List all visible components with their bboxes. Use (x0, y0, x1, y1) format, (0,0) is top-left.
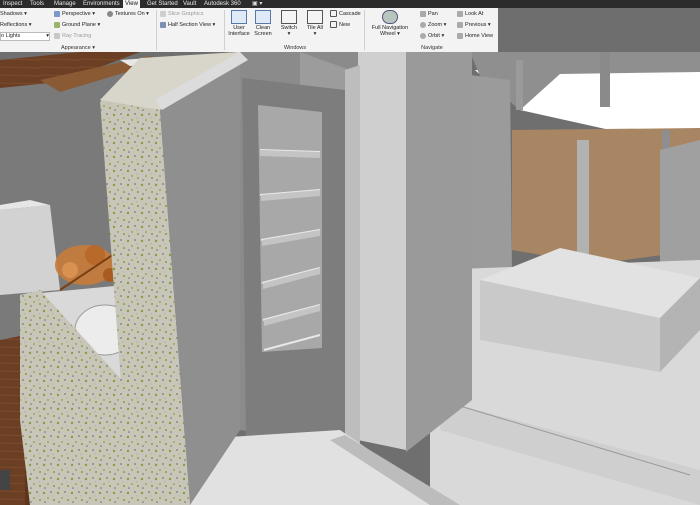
tab-get-started[interactable]: Get Started (147, 0, 178, 8)
zoom-icon (420, 21, 426, 28)
tab-tools[interactable]: Tools (30, 0, 44, 8)
perspective-dropdown[interactable]: Perspective ▾ (54, 10, 95, 18)
home-icon (457, 32, 463, 39)
tab-autodesk-360[interactable]: Autodesk 360 (204, 0, 241, 8)
tab-manage[interactable]: Manage (54, 0, 76, 8)
3d-viewport[interactable] (0, 52, 700, 505)
separator (224, 10, 225, 50)
switch-button[interactable]: Switch ▾ (278, 10, 300, 37)
half-section-view-dropdown[interactable]: Half Section View ▾ (160, 21, 215, 29)
ground-plane-icon (54, 21, 60, 28)
user-interface-button[interactable]: User Interface (226, 10, 252, 37)
reflections-dropdown[interactable]: Reflections ▾ (0, 21, 32, 29)
perspective-icon (54, 10, 60, 17)
look-at-button[interactable]: Look At (457, 10, 483, 18)
new-window-button[interactable]: New (330, 21, 350, 29)
clean-screen-button[interactable]: Clean Screen (252, 10, 274, 37)
new-window-icon (330, 21, 337, 29)
separator (156, 10, 157, 50)
3d-model-render (0, 52, 700, 505)
section-icon (160, 21, 166, 28)
slice-icon (160, 10, 166, 17)
tab-extra-icon[interactable]: ▣ ▾ (252, 0, 262, 8)
pan-icon (420, 10, 426, 17)
navigate-panel-label: Navigate (421, 45, 443, 51)
cascade-button[interactable]: Cascade (330, 10, 361, 18)
clean-screen-icon (255, 10, 271, 24)
tab-view[interactable]: View (123, 0, 140, 8)
orbit-dropdown[interactable]: Orbit ▾ (420, 32, 444, 40)
previous-dropdown[interactable]: Previous ▾ (457, 21, 491, 29)
full-navigation-wheel-button[interactable]: Full Navigation Wheel ▾ (366, 10, 414, 37)
orbit-icon (420, 32, 426, 39)
appearance-panel-label[interactable]: Appearance ▾ (0, 44, 156, 52)
shadows-dropdown[interactable]: Shadows ▾ (0, 10, 27, 18)
previous-icon (457, 21, 463, 28)
ribbon-empty-area (498, 8, 700, 52)
ray-tracing-icon (54, 32, 60, 39)
tile-all-button[interactable]: Tile All ▾ (304, 10, 326, 37)
ground-plane-dropdown[interactable]: Ground Plane ▾ (54, 21, 100, 29)
navigation-wheel-icon (382, 10, 398, 24)
separator (364, 10, 365, 50)
ribbon: Shadows ▾ Reflections ▾ o Lights ▾ Persp… (0, 8, 498, 53)
pan-button[interactable]: Pan (420, 10, 438, 18)
zoom-dropdown[interactable]: Zoom ▾ (420, 21, 446, 29)
lights-select[interactable]: o Lights ▾ (0, 32, 50, 41)
switch-icon (281, 10, 297, 24)
user-interface-icon (231, 10, 247, 24)
cascade-icon (330, 10, 337, 18)
menu-bar: Inspect Tools Manage Environments View G… (0, 0, 700, 8)
slice-graphics-button[interactable]: Slice Graphics (160, 10, 203, 18)
tab-vault[interactable]: Vault (183, 0, 196, 8)
tab-environments[interactable]: Environments (83, 0, 120, 8)
ray-tracing-button[interactable]: Ray Tracing (54, 32, 91, 40)
look-at-icon (457, 10, 463, 17)
textures-on-dropdown[interactable]: Textures On ▾ (107, 10, 149, 18)
home-view-button[interactable]: Home View (457, 32, 493, 40)
tab-inspect[interactable]: Inspect (3, 0, 22, 8)
tile-all-icon (307, 10, 323, 24)
textures-icon (107, 10, 113, 17)
windows-panel-label: Windows (283, 45, 307, 51)
